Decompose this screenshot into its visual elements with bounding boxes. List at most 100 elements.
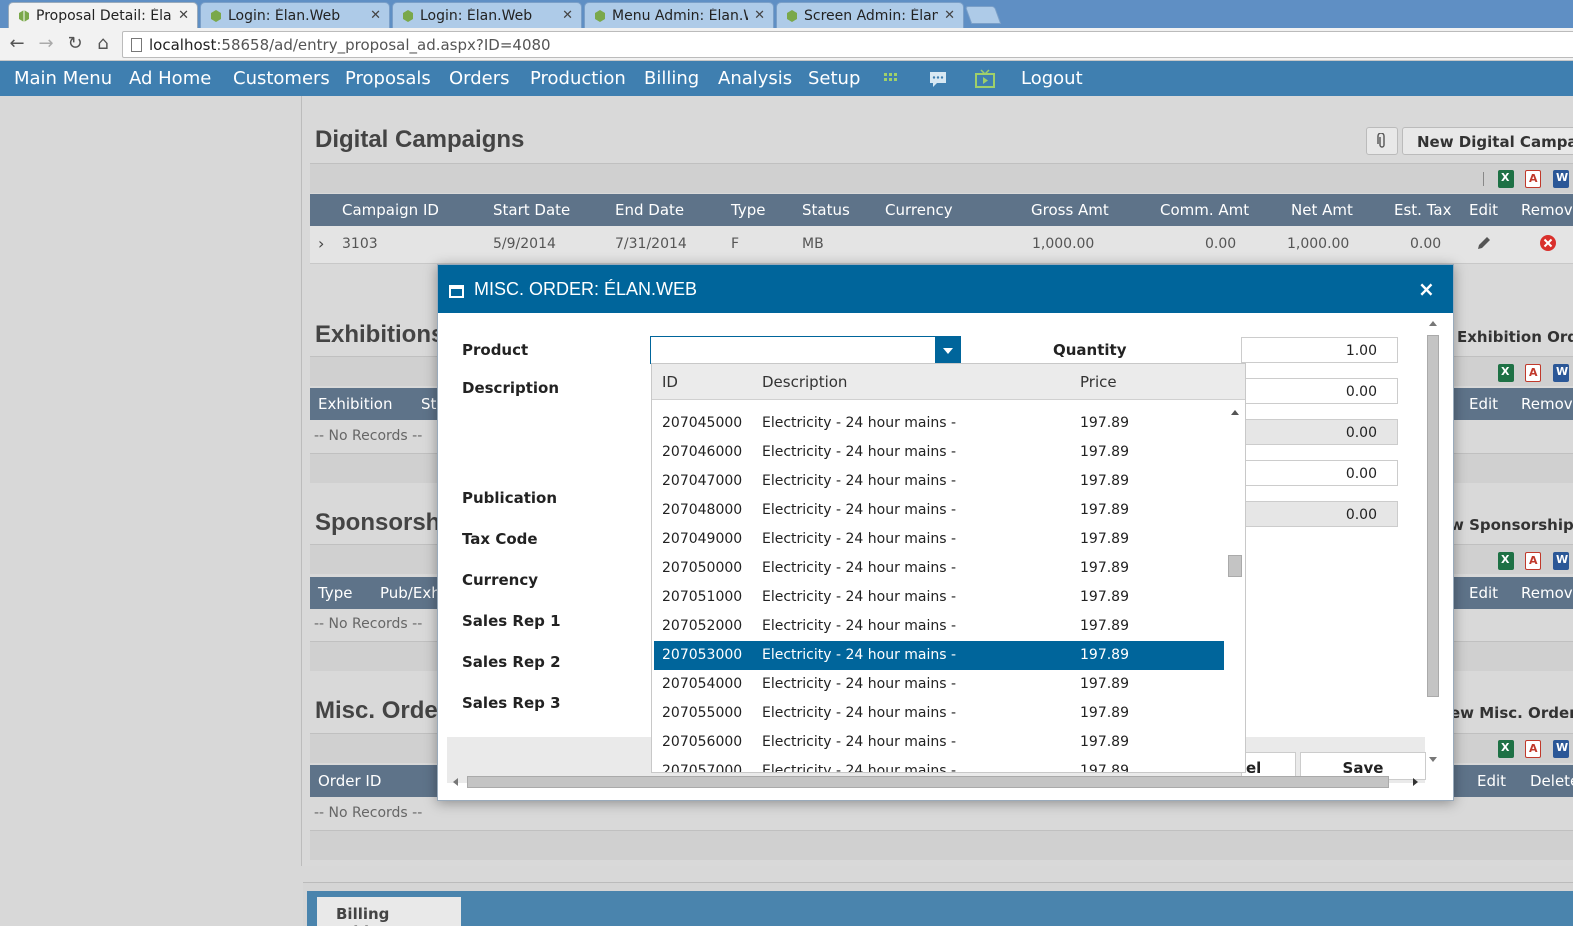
url-field[interactable]: localhost:58658/ad/entry_proposal_ad.asp… — [122, 31, 1573, 58]
col-campaign-id[interactable]: Campaign ID — [342, 201, 439, 219]
list-item[interactable]: 207057000 Electricity - 24 hour mains - 19… — [654, 757, 1224, 772]
list-item[interactable]: 207046000 Electricity - 24 hour mains - 19… — [654, 438, 1224, 467]
excel-export-icon[interactable]: X — [1498, 364, 1514, 382]
attachment-button[interactable] — [1366, 127, 1398, 155]
close-icon[interactable]: ✕ — [944, 8, 955, 23]
chat-icon[interactable] — [928, 69, 948, 89]
browser-tab-screen-admin[interactable]: Screen Admin: Élan.V ✕ — [776, 2, 964, 28]
cell-start-date: 5/9/2014 — [493, 236, 556, 252]
chevron-down-icon[interactable] — [935, 337, 960, 363]
amount-field-readonly: 0.00 — [1241, 501, 1398, 527]
browser-tab-proposal-detail[interactable]: Proposal Detail: Élan ✕ — [8, 2, 198, 28]
list-item[interactable]: 207051000 Electricity - 24 hour mains - 19… — [654, 583, 1224, 612]
item-description: Electricity - 24 hour mains - — [762, 415, 957, 431]
browser-tab-login-2[interactable]: Login: Élan.Web ✕ — [392, 2, 582, 28]
apps-grid-icon[interactable] — [882, 69, 902, 89]
col-status[interactable]: Status — [802, 201, 850, 219]
scroll-right-icon[interactable] — [1413, 778, 1418, 786]
back-icon[interactable]: ← — [6, 33, 28, 55]
dialog-vertical-scrollbar[interactable] — [1425, 317, 1441, 773]
nav-billing[interactable]: Billing — [644, 68, 699, 89]
expand-row-icon[interactable]: › — [318, 234, 324, 253]
scroll-up-icon[interactable] — [1429, 321, 1437, 326]
list-item[interactable]: 207053000 Electricity - 24 hour mains - 19… — [654, 641, 1224, 670]
scroll-up-icon[interactable] — [1231, 410, 1239, 415]
close-icon[interactable]: × — [1418, 277, 1435, 301]
tab-billing-address[interactable]: Billing Address — [317, 897, 461, 926]
pdf-export-icon[interactable]: A — [1525, 364, 1541, 382]
amount-field[interactable]: 0.00 — [1241, 378, 1398, 404]
col-net-amt[interactable]: Net Amt — [1291, 201, 1353, 219]
close-icon[interactable]: ✕ — [754, 8, 765, 23]
word-export-icon[interactable]: W — [1553, 170, 1569, 188]
nav-analysis[interactable]: Analysis — [718, 68, 792, 89]
list-item[interactable]: 207049000 Electricity - 24 hour mains - 19… — [654, 525, 1224, 554]
list-item[interactable]: 207045000 Electricity - 24 hour mains - 19… — [654, 409, 1224, 438]
excel-export-icon[interactable]: X — [1498, 170, 1514, 188]
word-export-icon[interactable]: W — [1553, 364, 1569, 382]
dropdown-scrollbar[interactable] — [1226, 402, 1244, 772]
col-exhibition[interactable]: Exhibition — [318, 395, 392, 413]
nav-proposals[interactable]: Proposals — [345, 68, 431, 89]
col-end-date[interactable]: End Date — [615, 201, 684, 219]
scroll-down-icon[interactable] — [1429, 757, 1437, 762]
list-item[interactable]: 207056000 Electricity - 24 hour mains - 19… — [654, 728, 1224, 757]
col-type[interactable]: Type — [318, 584, 352, 602]
nav-customers[interactable]: Customers — [233, 68, 330, 89]
close-icon[interactable]: ✕ — [178, 8, 189, 23]
nav-production[interactable]: Production — [530, 68, 626, 89]
col-order-id[interactable]: Order ID — [318, 772, 381, 790]
list-item[interactable]: 207047000 Electricity - 24 hour mains - 19… — [654, 467, 1224, 496]
browser-tab-menu-admin[interactable]: Menu Admin: Élan.W ✕ — [584, 2, 774, 28]
col-type[interactable]: Type — [731, 201, 765, 219]
item-id: 207051000 — [662, 589, 743, 605]
forward-icon[interactable]: → — [35, 33, 57, 55]
nav-main-menu[interactable]: Main Menu — [14, 68, 112, 89]
scrollbar-thumb[interactable] — [467, 776, 1389, 788]
list-item[interactable]: 207055000 Electricity - 24 hour mains - 19… — [654, 699, 1224, 728]
edit-pencil-icon[interactable] — [1475, 234, 1493, 252]
quantity-field[interactable]: 1.00 — [1241, 337, 1398, 363]
nav-setup[interactable]: Setup — [808, 68, 860, 89]
table-row[interactable]: › 3103 5/9/2014 7/31/2014 F MB 1,000.00 … — [310, 226, 1573, 264]
new-misc-order-button[interactable]: ew Misc. Order — [1450, 704, 1573, 722]
word-export-icon[interactable]: W — [1553, 552, 1569, 570]
nav-ad-home[interactable]: Ad Home — [129, 68, 211, 89]
new-sponsorship-button[interactable]: w Sponsorship — [1450, 516, 1573, 534]
scrollbar-thumb[interactable] — [1427, 335, 1439, 697]
close-icon[interactable]: ✕ — [562, 8, 573, 23]
col-edit: Edit — [1477, 772, 1507, 790]
nav-orders[interactable]: Orders — [449, 68, 510, 89]
list-item[interactable]: 207054000 Electricity - 24 hour mains - 19… — [654, 670, 1224, 699]
excel-export-icon[interactable]: X — [1498, 552, 1514, 570]
scroll-left-icon[interactable] — [453, 778, 458, 786]
col-gross-amt[interactable]: Gross Amt — [1031, 201, 1109, 219]
new-digital-campaign-button[interactable]: New Digital Campaign — [1402, 127, 1573, 155]
amount-field[interactable]: 0.00 — [1241, 460, 1398, 486]
remove-icon[interactable] — [1539, 234, 1557, 252]
col-currency[interactable]: Currency — [885, 201, 953, 219]
col-pub-exh[interactable]: Pub/Exh/ — [380, 584, 446, 602]
word-export-icon[interactable]: W — [1553, 740, 1569, 758]
col-comm-amt[interactable]: Comm. Amt — [1160, 201, 1249, 219]
nav-logout[interactable]: Logout — [1021, 68, 1083, 89]
dialog-horizontal-scrollbar[interactable] — [447, 773, 1425, 791]
list-item[interactable]: 207050000 Electricity - 24 hour mains - 19… — [654, 554, 1224, 583]
pdf-export-icon[interactable]: A — [1525, 552, 1541, 570]
col-est-tax[interactable]: Est. Tax — [1394, 201, 1451, 219]
col-start-date[interactable]: Start Date — [493, 201, 570, 219]
tv-icon[interactable] — [975, 69, 995, 89]
pdf-export-icon[interactable]: A — [1525, 740, 1541, 758]
list-item[interactable]: 207052000 Electricity - 24 hour mains - 19… — [654, 612, 1224, 641]
scrollbar-thumb[interactable] — [1228, 555, 1242, 577]
close-icon[interactable]: ✕ — [370, 8, 381, 23]
new-tab-button[interactable] — [964, 6, 1002, 24]
product-select[interactable] — [650, 336, 961, 364]
browser-tab-login[interactable]: Login: Élan.Web ✕ — [200, 2, 390, 28]
pdf-export-icon[interactable]: A — [1525, 170, 1541, 188]
list-item[interactable]: 207048000 Electricity - 24 hour mains - 19… — [654, 496, 1224, 525]
reload-icon[interactable]: ↻ — [64, 33, 86, 55]
new-exhibition-order-button[interactable]: Exhibition Order — [1457, 328, 1573, 346]
home-icon[interactable]: ⌂ — [92, 33, 114, 55]
excel-export-icon[interactable]: X — [1498, 740, 1514, 758]
